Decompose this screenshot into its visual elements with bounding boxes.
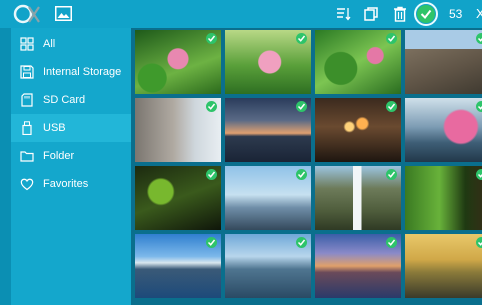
sidebar-item-label: All <box>43 38 56 50</box>
sidebar-item-label: SD Card <box>43 94 86 106</box>
thumbnail-lotus-pink[interactable] <box>135 30 221 94</box>
thumbnail-green-tree[interactable] <box>405 166 482 230</box>
thumbnail-mountain-blue[interactable] <box>225 234 311 298</box>
trash-icon[interactable] <box>392 6 408 22</box>
checked-icon <box>386 237 397 248</box>
folder-icon <box>20 151 34 162</box>
checked-icon <box>476 237 482 248</box>
photo <box>405 98 482 162</box>
sidebar-item-label: Folder <box>43 150 75 162</box>
thumbnail-waterfall[interactable] <box>315 166 401 230</box>
thumbnail-lotus-leaves[interactable] <box>315 30 401 94</box>
checked-icon <box>296 169 307 180</box>
sidebar-item-internal-storage[interactable]: Internal Storage <box>11 58 131 86</box>
sidebar: All Internal Storage SD Card USB Folder <box>11 28 131 305</box>
top-toolbar: 53 X <box>0 0 482 28</box>
checked-icon <box>476 169 482 180</box>
checked-icon <box>206 169 217 180</box>
thumbnail-rock-cliff[interactable] <box>405 30 482 94</box>
checked-icon <box>296 101 307 112</box>
sidebar-item-sd-card[interactable]: SD Card <box>11 86 131 114</box>
usb-icon <box>22 121 32 135</box>
thumbnail-lotus-pink-2[interactable] <box>225 30 311 94</box>
grid-icon <box>20 37 34 51</box>
photo <box>405 166 482 230</box>
photo <box>405 30 482 94</box>
checked-icon <box>386 169 397 180</box>
floppy-disk-icon <box>20 65 34 79</box>
sort-list-icon[interactable] <box>335 6 351 22</box>
thumbnail-pier-dusk[interactable] <box>225 98 311 162</box>
copy-icon[interactable] <box>363 6 379 22</box>
heart-icon <box>20 178 34 191</box>
sidebar-item-label: Internal Storage <box>43 66 122 78</box>
checked-icon <box>296 33 307 44</box>
thumbnail-green-fern[interactable] <box>135 166 221 230</box>
check-circle-icon <box>417 5 435 23</box>
checked-icon <box>386 101 397 112</box>
checked-icon <box>476 101 482 112</box>
photo <box>405 234 482 298</box>
thumbnail-blossom-lake[interactable] <box>405 98 482 162</box>
sidebar-item-favorites[interactable]: Favorites <box>11 170 131 198</box>
checked-icon <box>386 33 397 44</box>
thumbnail-bokeh-lights[interactable] <box>315 98 401 162</box>
checked-icon <box>296 237 307 248</box>
sidebar-item-all[interactable]: All <box>11 30 131 58</box>
checked-icon <box>206 237 217 248</box>
thumbnail-misty-mountain[interactable] <box>225 166 311 230</box>
sidebar-item-usb[interactable]: USB <box>11 114 131 142</box>
checked-icon <box>476 33 482 44</box>
image-gallery-icon[interactable] <box>55 6 72 21</box>
sidebar-item-label: USB <box>43 122 66 134</box>
thumbnail-sunset-coast[interactable] <box>315 234 401 298</box>
selected-count: 53 <box>449 7 463 21</box>
checked-icon <box>206 101 217 112</box>
thumbnail-lake-city[interactable] <box>135 234 221 298</box>
select-all-button[interactable] <box>414 2 438 26</box>
sd-card-icon <box>21 93 33 107</box>
sidebar-item-label: Favorites <box>43 178 89 190</box>
sidebar-item-folder[interactable]: Folder <box>11 142 131 170</box>
thumbnail-grid <box>131 28 482 305</box>
app-logo-icon[interactable] <box>12 4 40 24</box>
checked-icon <box>206 33 217 44</box>
thumbnail-heart-carving[interactable] <box>135 98 221 162</box>
thumbnail-golden-field[interactable] <box>405 234 482 298</box>
close-button[interactable]: X <box>476 6 482 21</box>
